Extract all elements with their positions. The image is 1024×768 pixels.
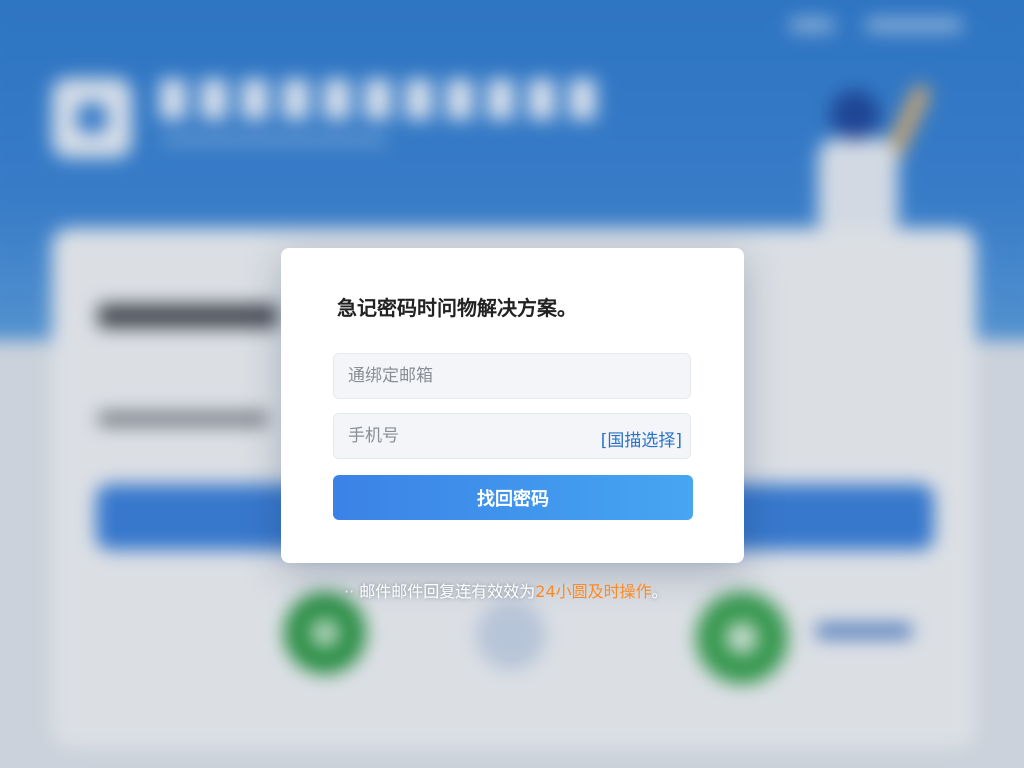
notice-main: 邮件邮件回复连有效效为 [359,582,536,601]
region-select-link[interactable]: [国描选择] [601,426,682,451]
notice-highlight: 24小圆及时操作 [535,582,652,601]
phone-field[interactable]: [国描选择] [333,413,691,459]
recover-password-modal: 急记密码时问物解决方案。 [国描选择] 找回密码 [281,248,744,563]
modal-title: 急记密码时问物解决方案。 [337,296,577,320]
notice-suffix: 。 [651,582,668,601]
recover-password-button[interactable]: 找回密码 [333,475,693,520]
notice-dots: ·· [344,582,355,601]
notice-text: ·· 邮件邮件回复连有效效为24小圆及时操作。 [344,578,668,602]
email-input[interactable] [334,354,690,398]
email-field[interactable] [333,353,691,399]
